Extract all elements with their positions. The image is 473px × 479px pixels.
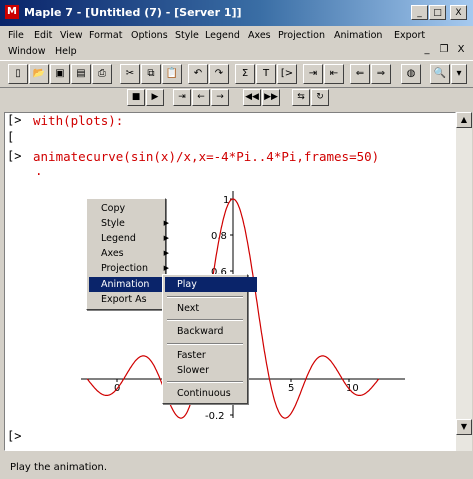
menu-export[interactable]: Export [394,30,425,41]
submenu-item-label: Faster [177,350,206,361]
next-frame-icon[interactable]: ⇥ [173,89,191,106]
prompt-marker-1: [> [7,113,22,127]
context-item-label: Axes [101,248,124,259]
single-cycle-icon[interactable]: ⇆ [292,89,310,106]
animation-item-backward[interactable]: Backward [165,324,257,339]
submenu-arrow-icon: ▶ [163,219,169,227]
submenu-separator [167,319,243,321]
menu-window[interactable]: Window [8,46,45,57]
menu-view[interactable]: View [60,30,83,41]
open-folder-icon[interactable]: 📂 [29,64,49,84]
animation-item-faster[interactable]: Faster [165,348,257,363]
plot-context-menu: Copy Style ▶ Legend ▶ Axes ▶ Projection ▶ An… [86,198,175,310]
animation-submenu: Play Next Backward Faster Slower Continu… [162,274,257,404]
maple-app-icon[interactable]: M [5,5,19,19]
menu-style[interactable]: Style [175,30,199,41]
maximize-button[interactable]: □ [429,5,446,20]
scroll-down-icon[interactable]: ▼ [456,419,472,435]
submenu-item-label: Slower [177,365,210,376]
menu-projection[interactable]: Projection [278,30,325,41]
paste-icon[interactable]: 📋 [162,64,182,84]
animation-item-continuous[interactable]: Continuous [165,386,257,401]
mdi-minimize-button[interactable]: _ [421,44,433,55]
forward-arrow-icon[interactable]: ⇒ [371,64,391,84]
context-item-label: Legend [101,233,136,244]
y-tick-label: -0.2 [205,411,225,422]
prompt-marker-2: [> [7,149,22,163]
vertical-scrollbar[interactable]: ▲ ▼ [456,112,472,451]
scroll-up-icon[interactable]: ▲ [456,112,472,128]
backward-icon[interactable]: ← [192,89,210,106]
animation-toolbar: ■ ▶ ⇥ ← → ◀◀ ▶▶ ⇆ ↻ [0,88,473,193]
output-dot: . [35,163,43,178]
context-item-label: Style [101,218,125,229]
redo-icon[interactable]: ↷ [209,64,229,84]
animation-item-slower[interactable]: Slower [165,363,257,378]
status-text: Play the animation. [10,462,108,473]
menu-file[interactable]: File [8,30,24,41]
save-icon[interactable]: ▣ [50,64,70,84]
insert-prompt-icon[interactable]: [> [277,64,297,84]
command-with-plots[interactable]: with(plots): [33,113,123,128]
forward-icon[interactable]: → [211,89,229,106]
cut-icon[interactable]: ✂ [120,64,140,84]
menu-legend[interactable]: Legend [205,30,240,41]
minimize-button[interactable]: _ [411,5,428,20]
zoom-icon[interactable]: 🔍 [430,64,450,84]
submenu-item-label: Continuous [177,388,231,399]
faster-icon[interactable]: ▶▶ [262,89,280,106]
mdi-close-button[interactable]: X [455,44,467,55]
context-item-style[interactable]: Style ▶ [89,216,175,231]
toolbar-dropdown-icon[interactable]: ▾ [451,64,467,84]
sum-icon[interactable]: Σ [235,64,255,84]
menu-animation[interactable]: Animation [334,30,382,41]
submenu-separator [167,381,243,383]
context-item-legend[interactable]: Legend ▶ [89,231,175,246]
animation-item-next[interactable]: Next [165,301,257,316]
mdi-controls: _ ❐ X [421,44,467,55]
empty-group-marker: [ [7,130,15,144]
context-item-copy[interactable]: Copy [89,201,175,216]
close-button[interactable]: X [450,5,467,20]
continuous-icon[interactable]: ↻ [311,89,329,106]
context-item-label: Copy [101,203,126,214]
menu-bar: File Edit View Format Options Style Lege… [0,26,473,58]
context-item-label: Animation [101,279,150,290]
play-icon[interactable]: ▶ [146,89,164,106]
stop-globe-icon[interactable]: ◍ [401,64,421,84]
outdent-icon[interactable]: ⇤ [324,64,344,84]
prompt-marker-3: [> [7,429,22,443]
back-arrow-icon[interactable]: ⇐ [350,64,370,84]
text-icon[interactable]: T [256,64,276,84]
submenu-item-label: Backward [177,326,224,337]
indent-icon[interactable]: ⇥ [303,64,323,84]
print-icon[interactable]: ⎙ [92,64,112,84]
context-item-label: Projection [101,263,148,274]
undo-icon[interactable]: ↶ [188,64,208,84]
menu-format[interactable]: Format [89,30,122,41]
stop-icon[interactable]: ■ [127,89,145,106]
animation-item-play[interactable]: Play [165,277,257,292]
menu-options[interactable]: Options [131,30,168,41]
menu-edit[interactable]: Edit [34,30,52,41]
submenu-separator [167,296,243,298]
menu-axes[interactable]: Axes [248,30,271,41]
new-file-icon[interactable]: ▯ [8,64,28,84]
command-animatecurve[interactable]: animatecurve(sin(x)/x,x=-4*Pi..4*Pi,fram… [33,149,379,164]
copy-icon[interactable]: ⧉ [141,64,161,84]
submenu-item-label: Play [177,279,197,290]
submenu-item-label: Next [177,303,200,314]
save-all-icon[interactable]: ▤ [71,64,91,84]
window-title: Maple 7 - [Untitled (7) - [Server 1]] [24,6,242,19]
slower-icon[interactable]: ◀◀ [243,89,261,106]
x-tick-label: 5 [288,383,294,394]
main-toolbar: ▯ 📂 ▣ ▤ ⎙ ✂ ⧉ 📋 ↶ ↷ Σ T [> ⇥ ⇤ ⇐ ⇒ ◍ 🔍 ▾ [0,60,473,88]
menu-help[interactable]: Help [55,46,77,57]
context-item-axes[interactable]: Axes ▶ [89,246,175,261]
context-item-label: Export As [101,294,147,305]
submenu-arrow-icon: ▶ [163,234,169,242]
mdi-restore-button[interactable]: ❐ [438,44,450,55]
submenu-separator [167,343,243,345]
submenu-arrow-icon: ▶ [163,249,169,257]
